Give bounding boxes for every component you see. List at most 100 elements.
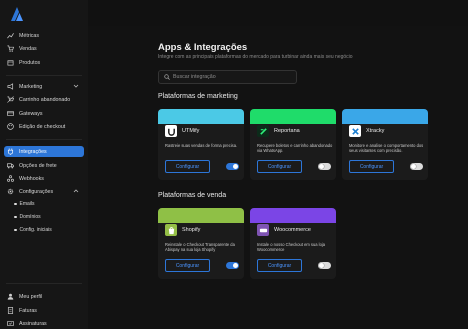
card-color-band	[250, 109, 336, 124]
sidebar-subitem-dominios[interactable]: Domínios	[14, 214, 41, 220]
sidebar-item-edicao-checkout[interactable]: Edição de checkout	[4, 121, 84, 132]
chart-icon	[7, 32, 14, 39]
sidebar-item-label: Edição de checkout	[19, 123, 66, 130]
card-color-band	[158, 208, 244, 223]
search-box[interactable]	[158, 70, 297, 84]
chevron-up-icon	[73, 189, 79, 193]
sidebar-item-label: Gateways	[19, 110, 43, 117]
card-color-band	[158, 109, 244, 124]
configure-button[interactable]: Configurar	[257, 160, 302, 173]
sidebar-subitem-label: Emails	[19, 201, 35, 207]
sidebar-item-label: Integrações	[19, 148, 47, 155]
sidebar-item-integracoes[interactable]: Integrações	[4, 146, 84, 157]
subscription-icon	[7, 320, 14, 327]
sidebar-subitem-emails[interactable]: Emails	[14, 201, 35, 207]
sidebar-item-label: Faturas	[19, 307, 37, 314]
sidebar-item-faturas[interactable]: Faturas	[4, 305, 84, 316]
sidebar-item-marketing[interactable]: Marketing	[4, 81, 84, 92]
webhook-icon	[7, 175, 14, 182]
top-bar	[88, 0, 468, 26]
cart-off-icon	[7, 96, 14, 103]
configure-button[interactable]: Configurar	[165, 160, 210, 173]
sidebar-item-carrinho-abandonado[interactable]: Carrinho abandonado	[4, 94, 84, 105]
gear-icon	[7, 188, 14, 195]
sidebar-subitem-label: Config. iniciais	[19, 227, 52, 233]
card-description: Recupere boletos e carrinho abandonado v…	[257, 143, 333, 154]
toggle-knob	[319, 263, 324, 268]
sidebar-item-label: Assinaturas	[19, 320, 47, 327]
sidebar-item-label: Carrinho abandonado	[19, 96, 71, 103]
megaphone-icon	[7, 83, 14, 90]
cart-icon	[7, 45, 14, 52]
card-name: Woocommerce	[274, 227, 311, 233]
plug-icon	[7, 148, 14, 155]
sidebar-item-label: Métricas	[19, 32, 40, 39]
integration-card-shopify: Shopify Reinstale o Checkout Transparent…	[158, 208, 244, 279]
enable-toggle[interactable]	[410, 163, 423, 170]
enable-toggle[interactable]	[318, 262, 331, 269]
toggle-knob	[233, 164, 238, 169]
sidebar-item-assinaturas[interactable]: Assinaturas	[4, 318, 84, 329]
card-description: Rastreie suas vendas de forma precisa.	[165, 143, 238, 148]
card-description: Monitore e analise o comportamento dos s…	[349, 143, 424, 154]
woocommerce-logo-icon	[257, 224, 269, 236]
sidebar-divider	[6, 75, 82, 76]
sidebar-item-gateways[interactable]: Gateways	[4, 108, 84, 119]
user-icon	[7, 293, 14, 300]
sidebar-item-label: Produtos	[19, 59, 41, 66]
sidebar-subitem-config-iniciais[interactable]: Config. iniciais	[14, 227, 52, 233]
sidebar-item-metricas[interactable]: Métricas	[4, 30, 84, 41]
section-title-venda: Plataformas de venda	[158, 192, 227, 199]
invoice-icon	[7, 307, 14, 314]
box-icon	[7, 59, 14, 66]
card-name: UTMify	[182, 128, 200, 134]
enable-toggle[interactable]	[318, 163, 331, 170]
bullet-icon	[14, 215, 17, 219]
page-subtitle: Integre com as principais plataformas do…	[158, 54, 353, 60]
search-input[interactable]	[173, 74, 293, 80]
reportana-logo-icon	[257, 125, 269, 137]
sidebar-divider	[6, 139, 82, 140]
sidebar-item-label: Webhooks	[19, 175, 44, 182]
section-title-marketing: Plataformas de marketing	[158, 93, 238, 100]
card-name: Xtracky	[366, 128, 385, 134]
sidebar-item-webhooks[interactable]: Webhooks	[4, 173, 84, 184]
shopify-logo-icon	[165, 224, 177, 236]
integration-card-utmify: UTMify Rastreie suas vendas de forma pre…	[158, 109, 244, 180]
sidebar-item-opcoes-frete[interactable]: Opções de frete	[4, 160, 84, 171]
configure-button[interactable]: Configurar	[165, 259, 210, 272]
integration-card-woocommerce: Woocommerce Instale o nosso Checkout em …	[250, 208, 336, 279]
toggle-knob	[233, 263, 238, 268]
xtracky-logo-icon	[349, 125, 361, 137]
sidebar: Métricas Vendas Produtos Marketing Carri…	[0, 0, 88, 329]
chevron-down-icon	[73, 84, 79, 88]
sidebar-item-vendas[interactable]: Vendas	[4, 43, 84, 54]
sidebar-item-produtos[interactable]: Produtos	[4, 57, 84, 68]
card-name: Shopify	[182, 227, 201, 233]
toggle-knob	[411, 164, 416, 169]
sidebar-item-label: Vendas	[19, 45, 37, 52]
search-icon	[164, 74, 170, 80]
card-icon	[7, 110, 14, 117]
integration-card-xtracky: Xtracky Monitore e analise o comportamen…	[342, 109, 428, 180]
enable-toggle[interactable]	[226, 262, 239, 269]
configure-button[interactable]: Configurar	[257, 259, 302, 272]
utmify-logo-icon	[165, 125, 177, 137]
card-color-band	[342, 109, 428, 124]
sidebar-item-meu-perfil[interactable]: Meu perfil	[4, 291, 84, 302]
configure-button[interactable]: Configurar	[349, 160, 394, 173]
card-name: Reportana	[274, 128, 300, 134]
toggle-knob	[319, 164, 324, 169]
card-description: Reinstale o Checkout Transparente da Abi…	[165, 242, 235, 253]
sidebar-item-label: Marketing	[19, 83, 43, 90]
app-logo[interactable]	[9, 6, 25, 22]
bullet-icon	[14, 228, 17, 232]
sidebar-item-configuracoes[interactable]: Configurações	[4, 186, 84, 197]
bullet-icon	[14, 202, 17, 206]
enable-toggle[interactable]	[226, 163, 239, 170]
sidebar-subitem-label: Domínios	[19, 214, 41, 220]
sidebar-item-label: Meu perfil	[19, 293, 43, 300]
page-title: Apps & Integrações	[158, 42, 248, 53]
sidebar-item-label: Configurações	[19, 188, 54, 195]
card-description: Instale o nosso Checkout em sua loja Woo…	[257, 242, 326, 253]
